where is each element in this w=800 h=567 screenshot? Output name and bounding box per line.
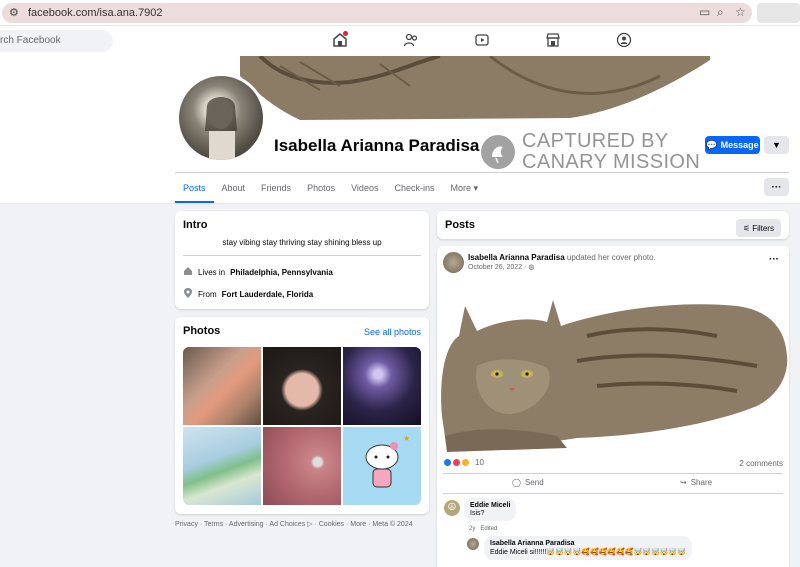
comments-count[interactable]: 2 comments bbox=[739, 459, 783, 468]
tune-icon[interactable]: ⚙ bbox=[9, 6, 19, 19]
svg-text:★: ★ bbox=[403, 434, 410, 443]
post-date[interactable]: October 26, 2022 · ◍ bbox=[468, 263, 534, 271]
browser-toolbar: ⚙ facebook.com/isa.ana.7902 ▭ ⌕ ☆ bbox=[0, 0, 800, 26]
tab-about[interactable]: About bbox=[214, 173, 254, 203]
reply-text: Eddie Miceli si!!!!!!🤯🤯🤯🤯🥰🥰🥰🥰🥰🥰🤯🤯🤯🤯🤯🤯 bbox=[490, 549, 686, 556]
bio-text: stay vibing stay thriving stay shining b… bbox=[222, 238, 382, 247]
from-row: From Fort Lauderdale, Florida bbox=[183, 288, 313, 300]
star-icon[interactable]: ☆ bbox=[735, 5, 746, 19]
post-action: updated her cover photo. bbox=[566, 253, 656, 262]
filters-label: Filters bbox=[752, 223, 774, 233]
share-button[interactable]: ↪ Share bbox=[680, 478, 712, 487]
post-cover-image[interactable] bbox=[437, 276, 789, 454]
see-all-photos-link[interactable]: See all photos bbox=[364, 327, 421, 337]
post-author-name[interactable]: Isabella Arianna Paradisa bbox=[468, 253, 565, 262]
home-icon bbox=[183, 266, 193, 278]
location-pin-icon bbox=[183, 288, 193, 300]
filters-button[interactable]: ⚟ Filters bbox=[736, 219, 781, 237]
lives-in-row: Lives in Philadelphia, Pennsylvania bbox=[183, 266, 333, 278]
search-placeholder: rch Facebook bbox=[0, 35, 61, 46]
send-label: Send bbox=[524, 478, 544, 487]
haha-reaction-icon bbox=[461, 458, 470, 467]
tab-photos[interactable]: Photos bbox=[299, 173, 343, 203]
divider bbox=[443, 473, 783, 474]
watermark-line-2: CANARY MISSION bbox=[522, 151, 701, 173]
footer-links[interactable]: Privacy · Terms · Advertising · Ad Choic… bbox=[175, 520, 413, 528]
share-label: Share bbox=[690, 478, 713, 487]
lives-in-prefix: Lives in bbox=[198, 267, 226, 277]
profile-tabs: Posts About Friends Photos Videos Check-… bbox=[175, 173, 486, 203]
address-bar[interactable]: ⚙ facebook.com/isa.ana.7902 ▭ ⌕ ☆ bbox=[2, 3, 752, 23]
chevron-down-icon[interactable]: ▼ bbox=[764, 136, 789, 154]
message-label: Message bbox=[720, 140, 759, 150]
tab-posts[interactable]: Posts bbox=[175, 173, 214, 203]
photo-piercing[interactable] bbox=[263, 427, 341, 505]
intro-card: Intro stay vibing stay thriving stay shi… bbox=[175, 211, 429, 309]
intro-title: Intro bbox=[183, 219, 208, 231]
watermark-line-1: CAPTURED BY bbox=[522, 130, 669, 152]
reply-avatar[interactable] bbox=[467, 538, 479, 550]
tab-more[interactable]: More ▾ bbox=[442, 173, 486, 203]
url-text[interactable]: facebook.com/isa.ana.7902 bbox=[28, 7, 163, 19]
post-card: Isabella Arianna Paradisa updated her co… bbox=[437, 246, 789, 567]
home-icon[interactable] bbox=[332, 31, 348, 48]
posts-header-card: Posts ⚟ Filters bbox=[437, 211, 789, 239]
groups-icon[interactable] bbox=[616, 32, 632, 48]
friends-icon[interactable] bbox=[403, 32, 419, 48]
divider bbox=[443, 493, 783, 494]
tab-videos[interactable]: Videos bbox=[343, 173, 386, 203]
more-options-button[interactable]: ··· bbox=[764, 178, 789, 196]
lives-in-link[interactable]: Philadelphia, Pennsylvania bbox=[230, 268, 333, 277]
photos-card: Photos See all photos ★ bbox=[175, 317, 429, 514]
cover-photo[interactable] bbox=[240, 56, 710, 120]
photo-grid: ★ bbox=[183, 347, 421, 505]
profile-name: Isabella Arianna Paradisa bbox=[274, 136, 480, 155]
tab-friends[interactable]: Friends bbox=[253, 173, 299, 203]
photos-title: Photos bbox=[183, 325, 221, 337]
profile-avatar[interactable] bbox=[176, 73, 266, 163]
comment-bubble: Eddie Miceli Isis? bbox=[464, 498, 517, 521]
marketplace-icon[interactable] bbox=[545, 32, 561, 48]
comment-meta: 2y Edited bbox=[469, 526, 498, 532]
share-icon: ↪ bbox=[680, 478, 687, 487]
from-link[interactable]: Fort Lauderdale, Florida bbox=[222, 290, 314, 299]
comment-text: Isis? bbox=[470, 510, 485, 517]
love-reaction-icon bbox=[452, 458, 461, 467]
watermark: CAPTURED BY CANARY MISSION bbox=[481, 131, 700, 173]
tab-checkins[interactable]: Check-ins bbox=[386, 173, 442, 203]
messenger-icon: 💬 bbox=[706, 139, 718, 150]
notification-dot bbox=[343, 31, 348, 36]
reply-author[interactable]: Isabella Arianna Paradisa bbox=[490, 540, 686, 547]
messenger-icon: ◯ bbox=[512, 478, 521, 487]
post-author-line: Isabella Arianna Paradisa updated her co… bbox=[468, 253, 656, 262]
reactions-count: 10 bbox=[475, 458, 484, 467]
profile-header: Isabella Arianna Paradisa CAPTURED BY CA… bbox=[0, 56, 800, 204]
photo-weather-map[interactable] bbox=[183, 427, 261, 505]
photo-hello-kitty[interactable]: ★ bbox=[343, 427, 421, 505]
from-prefix: From bbox=[198, 289, 217, 299]
message-button[interactable]: 💬 Message bbox=[705, 136, 760, 154]
globe-icon: ◍ bbox=[528, 264, 535, 271]
divider bbox=[183, 255, 421, 256]
like-reaction-icon bbox=[443, 458, 452, 467]
photo-selfie[interactable] bbox=[263, 347, 341, 425]
canary-logo-icon bbox=[481, 135, 515, 169]
post-author-avatar[interactable] bbox=[443, 252, 464, 273]
comment-author[interactable]: Eddie Miceli bbox=[470, 502, 510, 509]
facebook-header: rch Facebook bbox=[0, 26, 800, 56]
filter-icon: ⚟ bbox=[743, 223, 751, 233]
zoom-icon[interactable]: ⌕ bbox=[717, 5, 724, 20]
send-button[interactable]: ◯ Send bbox=[512, 478, 544, 487]
reply-bubble: Isabella Arianna Paradisa Eddie Miceli s… bbox=[484, 536, 692, 560]
posts-title: Posts bbox=[445, 219, 475, 231]
watch-icon[interactable] bbox=[474, 32, 490, 48]
peace-icon[interactable]: ☮ bbox=[444, 500, 460, 516]
cast-icon[interactable]: ▭ bbox=[699, 5, 710, 19]
search-input[interactable]: rch Facebook bbox=[0, 30, 113, 52]
photo-night-lights[interactable] bbox=[343, 347, 421, 425]
post-menu-button[interactable]: ··· bbox=[769, 254, 779, 265]
photo-mirror-selfie[interactable] bbox=[183, 347, 261, 425]
extension-area[interactable] bbox=[757, 3, 800, 23]
reactions-summary[interactable]: 10 bbox=[443, 458, 484, 467]
